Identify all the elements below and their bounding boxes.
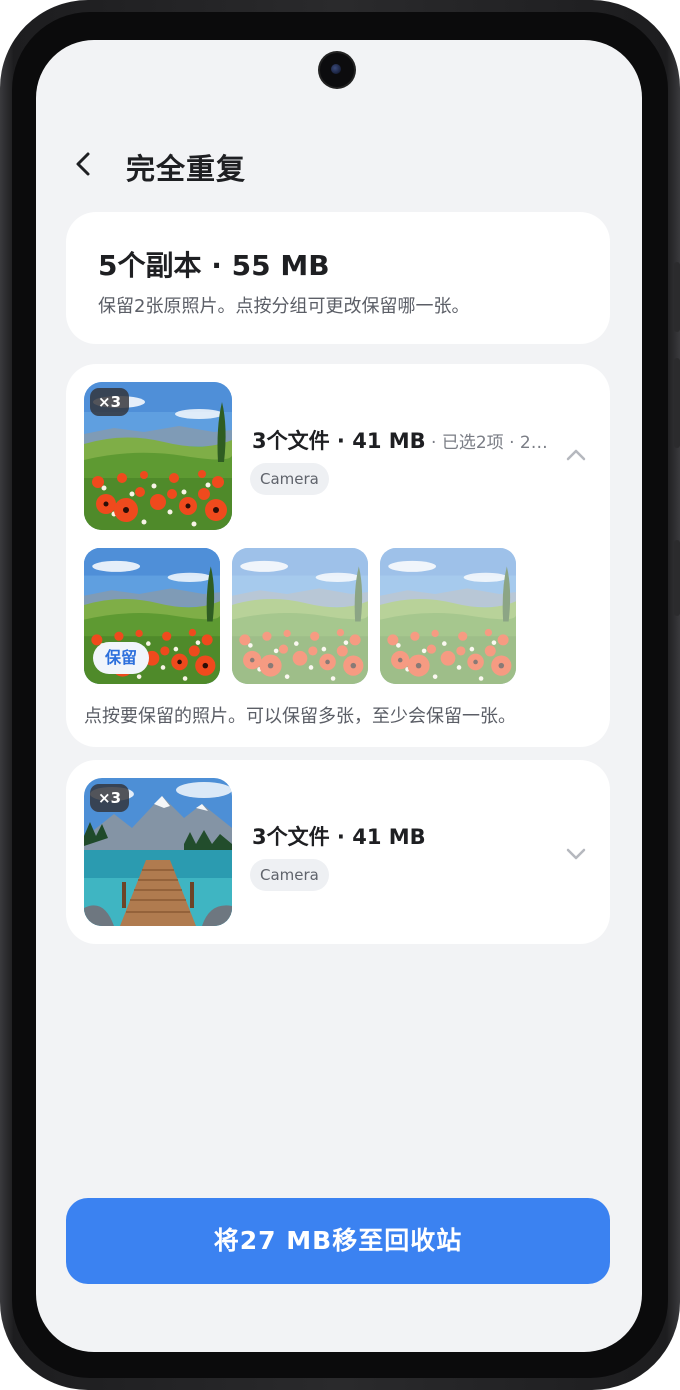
front-camera (320, 53, 354, 87)
source-chip: Camera (250, 463, 329, 495)
group-title: 3个文件 · 41 MB (252, 821, 426, 851)
power-button (674, 540, 680, 616)
group-thumbnail: ×3 (84, 778, 232, 926)
chevron-up-icon (566, 449, 586, 461)
group-size: 3个文件 · 41 MB (252, 429, 426, 453)
duplicate-group[interactable]: ×3 3个文件 · 41 MB Camera (66, 760, 610, 944)
back-button[interactable] (66, 144, 102, 184)
summary-card: 5个副本 · 55 MB 保留2张原照片。点按分组可更改保留哪一张。 (66, 212, 610, 344)
volume-button (674, 358, 680, 448)
chevron-left-icon (76, 152, 90, 176)
selection-hint: 点按要保留的照片。可以保留多张，至少会保留一张。 (84, 706, 516, 727)
photo-option[interactable] (232, 548, 368, 684)
count-badge: ×3 (90, 784, 130, 812)
group-title: 3个文件 · 41 MB · 已选2项 · 2… (252, 425, 548, 455)
keep-badge: 保留 (93, 642, 150, 674)
count-badge: ×3 (90, 388, 130, 416)
page-title: 完全重复 (126, 152, 247, 186)
summary-title: 5个副本 · 55 MB (98, 249, 330, 282)
top-bar: 完全重复 (36, 140, 642, 190)
photo-option-kept[interactable]: 保留 (84, 548, 220, 684)
volume-button (674, 262, 680, 332)
screen: 完全重复 5个副本 · 55 MB 保留2张原照片。点按分组可更改保留哪一张。 … (36, 40, 642, 1352)
group-size: 3个文件 · 41 MB (252, 825, 426, 849)
move-to-trash-button[interactable]: 将27 MB移至回收站 (66, 1198, 610, 1284)
expand-button[interactable] (562, 840, 590, 868)
photo-option[interactable] (380, 548, 516, 684)
group-thumbnail: ×3 (84, 382, 232, 530)
collapse-button[interactable] (562, 441, 590, 469)
summary-description: 保留2张原照片。点按分组可更改保留哪一张。 (98, 296, 470, 317)
source-chip: Camera (250, 859, 329, 891)
duplicate-group[interactable]: ×3 3个文件 · 41 MB · 已选2项 · 2… Camera 保留 点按… (66, 364, 610, 747)
chevron-down-icon (566, 848, 586, 860)
group-selection: · 已选2项 · 2… (425, 433, 548, 453)
